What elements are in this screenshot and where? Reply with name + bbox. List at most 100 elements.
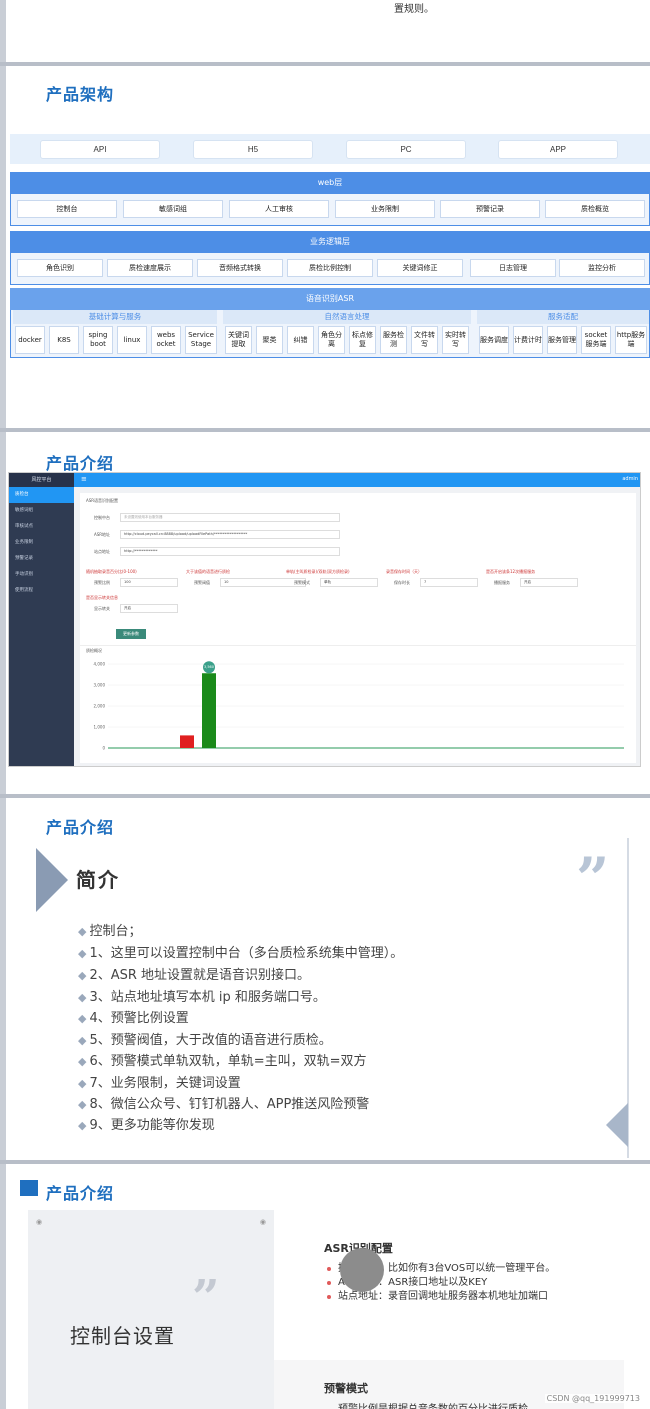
section-quality-overview: 质检概况 <box>86 648 102 653</box>
sidebar-item[interactable]: 手动识别 <box>9 567 74 583</box>
chart-y-tick: 0 <box>102 746 105 751</box>
left-panel: ◉ ◉ ” 控制台设置 <box>28 1210 274 1409</box>
chart-y-tick: 2,000 <box>94 704 106 709</box>
asr-group-title: 基础计算与服务 <box>13 310 217 324</box>
client-row: API H5 PC APP <box>10 134 650 164</box>
web-layer-item: 预警记录 <box>440 200 540 218</box>
field-label: 预警比例 <box>94 580 110 585</box>
console-settings-heading: 控制台设置 <box>70 1324 175 1348</box>
chart-bar <box>202 673 216 748</box>
asr-layer-title: 语音识别ASR <box>10 288 650 310</box>
field-label: 保存时长 <box>394 580 410 585</box>
slide-title: 产品介绍 <box>46 454 115 473</box>
logic-layer-item: 日志管理 <box>470 259 556 277</box>
asr-group-item: 文件转写 <box>411 326 438 354</box>
pin-icon: ◉ <box>36 1218 43 1226</box>
sidebar-item[interactable]: 预警记录 <box>9 551 74 567</box>
slide-1-tail-text: 置规则。 <box>394 4 434 15</box>
title-bar-icon <box>20 1180 38 1196</box>
intro-line: 3、站点地址填写本机 ip 和服务端口号。 <box>78 986 325 1005</box>
quality-chart: 4,000 3,000 2,000 1,000 0 3,560 <box>94 661 624 751</box>
dashboard-logo: 风控平台 <box>9 473 74 487</box>
broadcast-select[interactable]: 开启 <box>520 578 578 587</box>
asr-group-item: 标点修复 <box>349 326 376 354</box>
dashboard-screenshot: ≡ admin 风控平台 质检台 敏感词组 审核试点 业务限制 预警记录 手动识… <box>8 472 641 767</box>
divider <box>80 645 636 646</box>
web-layer-item: 敏感词组 <box>123 200 223 218</box>
site-address-input[interactable]: http://************* <box>120 547 340 556</box>
logic-layer-item: 监控分析 <box>559 259 645 277</box>
client-chip-pc: PC <box>346 140 466 159</box>
retention-input[interactable]: 7 <box>420 578 478 587</box>
asr-group-item: http服务端 <box>615 326 647 354</box>
asr-group-item: Service Stage <box>185 326 217 354</box>
field-label: 站点地址 <box>94 549 110 554</box>
logic-layer-title: 业务逻辑层 <box>10 231 650 253</box>
client-chip-app: APP <box>498 140 618 159</box>
web-layer-title: web层 <box>10 172 650 194</box>
logic-layer-body: 角色识别 质检速度展示 音频格式转换 质检比例控制 关键词修正 日志管理 监控分… <box>10 253 650 285</box>
chart-bar <box>180 735 194 748</box>
hamburger-icon[interactable]: ≡ <box>81 475 87 483</box>
asr-config-item: 站点地址：录音回调地址服务器本机地址加端口 <box>324 1290 555 1304</box>
intro-line: 7、业务限制，关键词设置 <box>78 1072 240 1091</box>
asr-group-item: 关键词提取 <box>225 326 252 354</box>
asr-group-item: 服务管理 <box>547 326 577 354</box>
admin-user-menu[interactable]: admin <box>622 476 638 482</box>
field-hint: 随机抽取录音百分比(0-100) <box>86 569 137 574</box>
web-layer-item: 人工审核 <box>229 200 329 218</box>
show-transfer-select[interactable]: 开启 <box>120 604 178 613</box>
web-layer-item: 质检概览 <box>545 200 645 218</box>
sidebar-item[interactable]: 敏感词组 <box>9 503 74 519</box>
warn-ratio-input[interactable]: 100 <box>120 578 178 587</box>
field-label: 预警模式 <box>294 580 310 585</box>
intro-line: 6、预警模式单轨双轨，单轨=主叫，双轨=双方 <box>78 1050 366 1069</box>
asr-group-item: linux <box>117 326 147 354</box>
intro-line: 8、微信公众号、钉钉机器人、APP推送风险预警 <box>78 1093 369 1112</box>
asr-group-item: 计费计时 <box>513 326 543 354</box>
asr-group-item: 服务检测 <box>380 326 407 354</box>
intro-heading: 简介 <box>76 868 120 892</box>
section-asr-config: ASR语音识别配置 <box>86 498 119 503</box>
sidebar-item[interactable]: 审核试点 <box>9 519 74 535</box>
web-layer-body: 控制台 敏感词组 人工审核 业务限制 预警记录 质检概览 <box>10 194 650 226</box>
dashboard-main: ASR语音识别配置 控制中台 未设置则使用本台服务器 ASR地址 http://… <box>80 493 636 763</box>
field-hint: 单轨(主叫质检录)/双轨(双方质检录) <box>286 569 350 574</box>
slide-4-intro: 产品介绍 简介 ” 控制台； 1、这里可以设置控制中台（多台质检系统集中管理）。… <box>6 798 650 1160</box>
asr-group-item: 角色分离 <box>318 326 345 354</box>
asr-layer-body: 基础计算与服务 docker K8S sping boot linux webs… <box>10 310 650 358</box>
arrow-decor-icon <box>606 1103 628 1147</box>
asr-group-item: 聚类 <box>256 326 283 354</box>
intro-line: 控制台； <box>78 920 141 939</box>
logic-layer-item: 关键词修正 <box>377 259 463 277</box>
sidebar-item[interactable]: 使用流程 <box>9 583 74 599</box>
intro-line: 4、预警比例设置 <box>78 1007 188 1026</box>
client-chip-api: API <box>40 140 160 159</box>
chart-peak-label: 3,560 <box>204 665 214 669</box>
quote-icon: ” <box>192 1270 220 1326</box>
chart-y-tick: 1,000 <box>94 725 106 730</box>
warn-mode-select[interactable]: 单轨 <box>320 578 378 587</box>
update-params-button[interactable]: 更新参数 <box>116 629 146 639</box>
slide-1: 置规则。 <box>6 0 650 62</box>
field-hint: 是否开启该条12次播报服务 <box>486 569 536 574</box>
asr-address-input[interactable]: http://cloud.peycall.cn:8888/upload/uplo… <box>120 530 340 539</box>
intro-line: 9、更多功能等你发现 <box>78 1114 214 1133</box>
logic-layer-item: 角色识别 <box>17 259 103 277</box>
field-hint: 是否显示转关信息 <box>86 595 118 600</box>
sidebar-item[interactable]: 质检台 <box>9 487 74 503</box>
field-label: 显示转关 <box>94 606 110 611</box>
sidebar-item[interactable]: 业务限制 <box>9 535 74 551</box>
pin-icon: ◉ <box>259 1218 266 1226</box>
slide-title: 产品介绍 <box>46 1184 115 1203</box>
web-layer-item: 控制台 <box>17 200 117 218</box>
logic-layer-item: 质检速度展示 <box>107 259 193 277</box>
quote-icon: ” <box>576 845 610 913</box>
asr-group-item: 纠错 <box>287 326 314 354</box>
slide-5-console: 产品介绍 ◉ ◉ ” 控制台设置 ASR识别配置 控制中台：比如你有3台VOS可… <box>6 1164 650 1409</box>
asr-group-item: K8S <box>49 326 79 354</box>
asr-group-item: docker <box>15 326 45 354</box>
field-hint: 大于该值的语音进行质检 <box>186 569 230 574</box>
cursor-blob <box>340 1248 384 1292</box>
control-center-input[interactable]: 未设置则使用本台服务器 <box>120 513 340 522</box>
